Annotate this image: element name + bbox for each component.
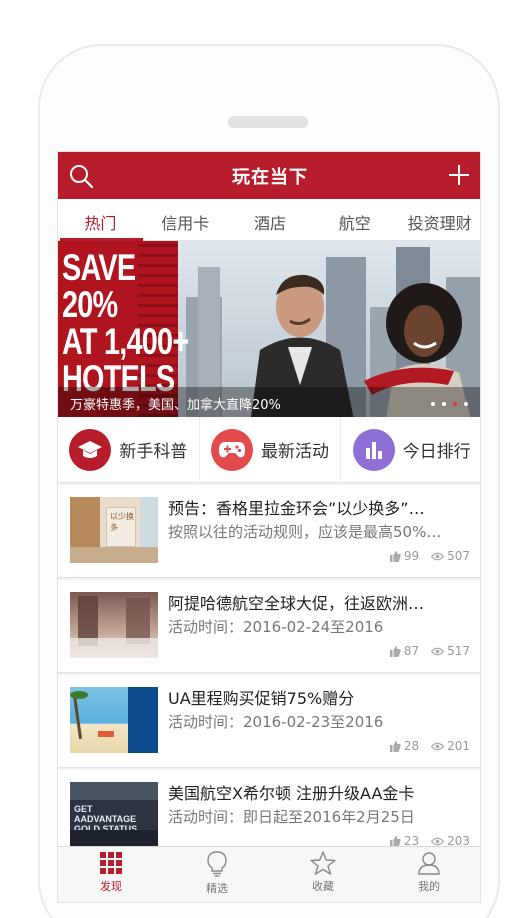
tab-investment[interactable]: 投资理财: [397, 199, 480, 240]
nav-label: 我的: [418, 880, 440, 893]
article-stats: 99 507: [389, 549, 470, 563]
nav-discover[interactable]: 发现: [58, 847, 164, 902]
list-item[interactable]: 阿提哈德航空全球大促，往返欧洲… 活动时间：2016-02-24至2016 87…: [58, 580, 480, 673]
article-title: 阿提哈德航空全球大促，往返欧洲…: [168, 594, 425, 613]
article-subtitle: 活动时间：即日起至2016年2月25日: [168, 808, 415, 826]
carousel-dot[interactable]: [431, 402, 435, 406]
nav-featured[interactable]: 精选: [164, 847, 270, 902]
eye-icon: [431, 552, 445, 560]
article-title: 美国航空X希尔顿 注册升级AA金卡: [168, 784, 415, 803]
article-stats: 87 517: [389, 644, 470, 658]
eye-icon: [431, 647, 445, 655]
article-thumbnail: 以少换多: [70, 497, 158, 563]
like-count: 28: [403, 739, 420, 753]
lightbulb-icon: [207, 851, 227, 877]
thumbs-up-icon: [389, 645, 401, 657]
nav-favorites[interactable]: 收藏: [270, 847, 376, 902]
article-subtitle: 活动时间：2016-02-23至2016: [168, 713, 384, 731]
latest-activity-button[interactable]: 最新活动: [200, 417, 342, 482]
carousel-dot[interactable]: [442, 402, 446, 406]
quick-action-label: 今日排行: [402, 442, 471, 462]
today-ranking-button[interactable]: 今日排行: [341, 417, 480, 482]
carousel-indicator: [431, 402, 468, 406]
thumbs-up-icon: [389, 740, 401, 752]
list-item[interactable]: UA里程购买促销75%赠分 活动时间：2016-02-23至2016 28 20…: [58, 675, 480, 768]
nav-profile[interactable]: 我的: [376, 847, 480, 902]
tab-airline[interactable]: 航空: [312, 199, 397, 240]
nav-label: 精选: [206, 882, 228, 895]
like-count: 87: [403, 644, 420, 658]
page-title: 玩在当下: [232, 167, 308, 188]
user-icon: [418, 852, 440, 875]
gamepad-icon: [211, 428, 253, 471]
app-screen: 玩在当下 热门 信用卡 酒店 航空 投资理财 SAVE 20% AT 1,400…: [57, 151, 481, 903]
category-tabs: 热门 信用卡 酒店 航空 投资理财: [58, 199, 480, 241]
tab-hot[interactable]: 热门: [58, 199, 143, 241]
view-count: 201: [447, 739, 470, 753]
article-thumbnail: GET AADVANTAGE GOLD STATUS: [70, 782, 158, 848]
eye-icon: [431, 742, 445, 750]
beginner-guide-button[interactable]: 新手科普: [58, 417, 200, 482]
view-count: 507: [447, 549, 470, 563]
quick-actions: 新手科普 最新活动 今日排行: [58, 417, 480, 483]
bottom-navigation: 发现 精选 收藏 我的: [58, 846, 480, 902]
article-title: UA里程购买促销75%赠分: [168, 689, 355, 708]
carousel-dot[interactable]: [453, 402, 457, 406]
app-header: 玩在当下: [58, 152, 480, 199]
bar-chart-icon: [352, 428, 395, 471]
banner-caption: 万豪特惠季，美国、加拿大直降20%: [58, 387, 480, 417]
view-count: 517: [447, 644, 470, 658]
thumbs-up-icon: [389, 550, 401, 562]
phone-speaker: [228, 116, 308, 128]
like-count: 99: [403, 549, 420, 563]
article-thumbnail: [70, 687, 158, 753]
list-item[interactable]: 以少换多 预告：香格里拉金环会”以少换多”… 按照以往的活动规则，应该是最高50…: [58, 485, 480, 578]
tab-hotel[interactable]: 酒店: [228, 199, 313, 240]
grid-icon: [100, 852, 122, 874]
article-list: 以少换多 预告：香格里拉金环会”以少换多”… 按照以往的活动规则，应该是最高50…: [58, 485, 480, 865]
promo-banner[interactable]: SAVE 20% AT 1,400+ HOTELS 万豪特惠季，美国、加拿大直降…: [58, 241, 480, 417]
article-subtitle: 活动时间：2016-02-24至2016: [168, 618, 384, 636]
nav-label: 收藏: [312, 880, 334, 893]
carousel-dot[interactable]: [464, 402, 468, 406]
thumbs-up-icon: [389, 835, 401, 847]
nav-label: 发现: [100, 880, 122, 893]
article-thumbnail: [70, 592, 158, 658]
plus-icon[interactable]: [448, 164, 470, 186]
graduation-cap-icon: [69, 428, 112, 471]
article-subtitle: 按照以往的活动规则，应该是最高50%…: [168, 523, 442, 541]
promo-text: SAVE 20% AT 1,400+ HOTELS: [62, 247, 189, 399]
eye-icon: [431, 837, 445, 845]
quick-action-label: 最新活动: [261, 442, 329, 462]
quick-action-label: 新手科普: [119, 442, 188, 462]
tab-credit-card[interactable]: 信用卡: [143, 199, 228, 240]
article-stats: 28 201: [389, 739, 470, 753]
star-icon: [310, 851, 336, 875]
article-title: 预告：香格里拉金环会”以少换多”…: [168, 499, 425, 518]
thumbnail-text: 以少换多: [110, 512, 134, 532]
